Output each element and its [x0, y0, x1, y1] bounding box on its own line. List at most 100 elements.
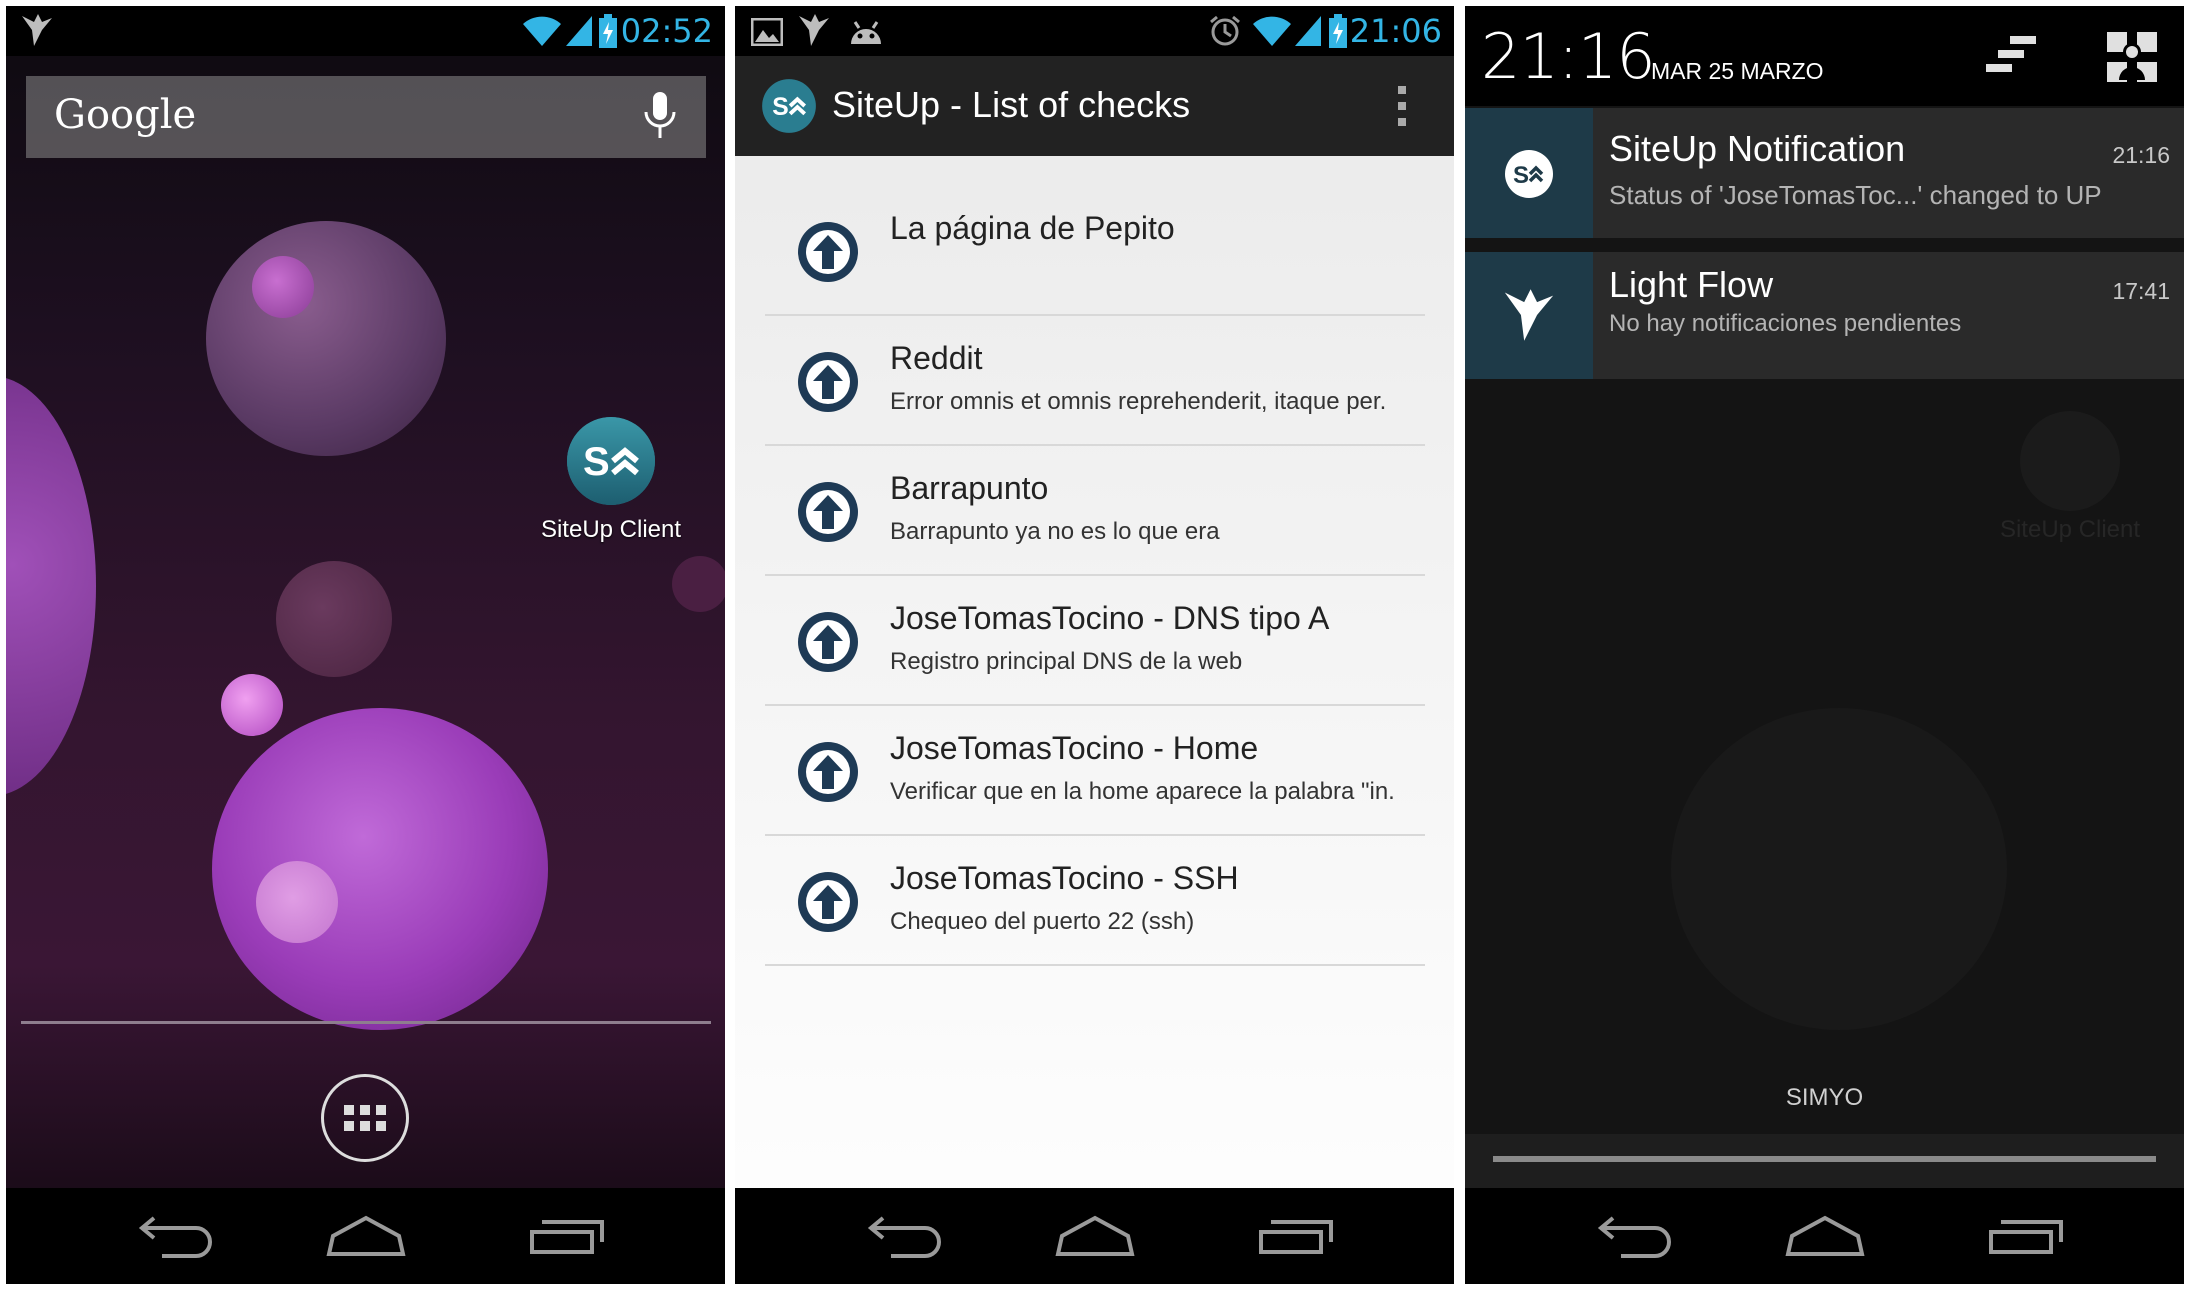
dock-divider	[21, 1021, 711, 1024]
svg-text:S: S	[772, 94, 788, 121]
check-title: Reddit	[890, 340, 983, 376]
wallpaper-sphere	[206, 221, 446, 456]
mic-icon[interactable]	[640, 90, 680, 144]
check-title: Barrapunto	[890, 470, 1049, 506]
wifi-icon	[1253, 16, 1291, 46]
check-description: Registro principal DNS de la web	[890, 648, 1243, 675]
wallpaper-sphere	[252, 256, 314, 318]
notifications-screen: SiteUp Client 21:16 MAR 25 MARZO S SiteU…	[1465, 6, 2184, 1284]
wallpaper-sphere	[221, 674, 283, 736]
notification-title: Light Flow	[1609, 264, 1774, 305]
notification-time: 17:41	[2112, 278, 2170, 304]
check-list-item[interactable]: JoseTomasTocino - DNS tipo A Registro pri…	[765, 576, 1425, 706]
action-bar: S SiteUp - List of checks	[735, 56, 1454, 156]
arrow-up-circle-icon	[798, 352, 858, 412]
status-bar: 21:06	[735, 6, 1454, 56]
home-icon	[326, 1215, 406, 1256]
notification-text: No hay notificaciones pendientes	[1609, 310, 1962, 337]
recents-button[interactable]	[518, 1208, 608, 1264]
check-list-item[interactable]: Barrapunto Barrapunto ya no es lo que era	[765, 446, 1425, 576]
battery-icon	[599, 14, 617, 48]
recents-icon	[530, 1220, 604, 1254]
back-icon	[1597, 1216, 1671, 1258]
home-screen: 02:52 Google S SiteUp Client	[6, 6, 725, 1284]
status-bar: 02:52	[6, 6, 725, 56]
arrow-up-circle-icon	[798, 872, 858, 932]
home-button[interactable]	[1780, 1208, 1870, 1264]
notification-time: 21:16	[2112, 142, 2170, 168]
carrier-label: SIMYO	[1785, 1084, 1864, 1111]
check-description: Barrapunto ya no es lo que era	[890, 518, 1220, 545]
check-title: JoseTomasTocino - DNS tipo A	[890, 600, 1330, 636]
siteup-logo-icon[interactable]: S	[561, 411, 661, 511]
signal-icon	[1295, 16, 1321, 46]
clear-all-icon[interactable]	[1980, 30, 2040, 80]
recents-button[interactable]	[1977, 1208, 2067, 1264]
signal-icon	[566, 16, 592, 46]
page-title: SiteUp - List of checks	[832, 84, 1191, 125]
back-button[interactable]	[1583, 1208, 1673, 1264]
checks-list: La página de Pepito Reddit Error omnis et …	[765, 186, 1425, 966]
checks-screen: 21:06 S SiteUp - List of checks La págin…	[735, 6, 1454, 1284]
check-list-item[interactable]: Reddit Error omnis et omnis reprehenderit…	[765, 316, 1425, 446]
check-description: Verificar que en la home aparece la pala…	[890, 778, 1395, 805]
check-title: La página de Pepito	[890, 210, 1175, 246]
wallpaper-sphere	[2020, 411, 2120, 511]
check-description: Chequeo del puerto 22 (ssh)	[890, 908, 1195, 935]
check-list-item[interactable]: JoseTomasTocino - SSH Chequeo del puerto …	[765, 836, 1425, 966]
back-icon	[867, 1216, 941, 1258]
home-icon	[1785, 1215, 1865, 1256]
recents-icon	[1989, 1220, 2063, 1254]
status-time: 21:06	[1349, 12, 1442, 50]
wifi-icon	[523, 16, 561, 46]
arrow-up-circle-icon	[798, 612, 858, 672]
home-button[interactable]	[1050, 1208, 1140, 1264]
check-list-item[interactable]: JoseTomasTocino - Home Verificar que en l…	[765, 706, 1425, 836]
check-title: JoseTomasTocino - SSH	[890, 860, 1239, 896]
lightflow-icon	[799, 14, 829, 46]
check-description: Error omnis et omnis reprehenderit, itaq…	[890, 388, 1387, 415]
clock-date: MAR 25 MARZO	[1651, 58, 1824, 84]
check-title: JoseTomasTocino - Home	[890, 730, 1259, 766]
back-button[interactable]	[853, 1208, 943, 1264]
arrow-up-circle-icon	[798, 222, 858, 282]
android-icon	[851, 21, 881, 44]
notification-lightflow[interactable]: Light Flow 17:41 No hay notificaciones p…	[1465, 252, 2184, 379]
clock-time: 21:16	[1481, 20, 1656, 93]
google-logo: Google	[54, 92, 197, 138]
back-button[interactable]	[124, 1208, 214, 1264]
nav-bar	[1465, 1188, 2184, 1284]
overflow-menu-icon[interactable]	[1398, 86, 1408, 134]
apps-grid-icon	[344, 1105, 386, 1131]
all-apps-button[interactable]	[321, 1074, 409, 1162]
wallpaper-sphere	[256, 861, 338, 943]
quick-settings-icon[interactable]	[2105, 30, 2159, 84]
back-icon	[138, 1216, 212, 1258]
wallpaper-sphere	[276, 561, 392, 677]
check-list-item[interactable]: La página de Pepito	[765, 186, 1425, 316]
lightflow-icon	[1504, 289, 1554, 341]
shade-handle-area[interactable]	[1465, 1134, 2184, 1189]
siteup-logo-icon[interactable]: S	[761, 78, 817, 134]
wallpaper-sphere	[6, 376, 96, 796]
arrow-up-circle-icon	[798, 742, 858, 802]
alarm-icon	[1210, 15, 1240, 46]
nav-bar	[6, 1188, 725, 1284]
notification-siteup[interactable]: S SiteUp Notification 21:16 Status of 'J…	[1465, 108, 2184, 238]
notification-title: SiteUp Notification	[1609, 128, 1906, 169]
notification-icon-box	[1465, 252, 1593, 379]
notification-text: Status of 'JoseTomasToc...' changed to U…	[1609, 180, 2102, 210]
arrow-up-circle-icon	[798, 482, 858, 542]
notification-icon-box: S	[1465, 108, 1593, 238]
notification-header: 21:16 MAR 25 MARZO	[1465, 6, 2184, 106]
status-time: 02:52	[620, 12, 713, 50]
siteup-logo-icon: S	[1505, 150, 1553, 198]
shade-handle[interactable]	[1493, 1156, 2156, 1162]
google-search-bar[interactable]: Google	[26, 76, 706, 158]
wallpaper-sphere	[1671, 708, 2007, 1030]
svg-text:S: S	[583, 440, 610, 484]
nav-bar	[735, 1188, 1454, 1284]
home-button[interactable]	[321, 1208, 411, 1264]
wallpaper-sphere	[212, 708, 548, 1030]
recents-button[interactable]	[1247, 1208, 1337, 1264]
